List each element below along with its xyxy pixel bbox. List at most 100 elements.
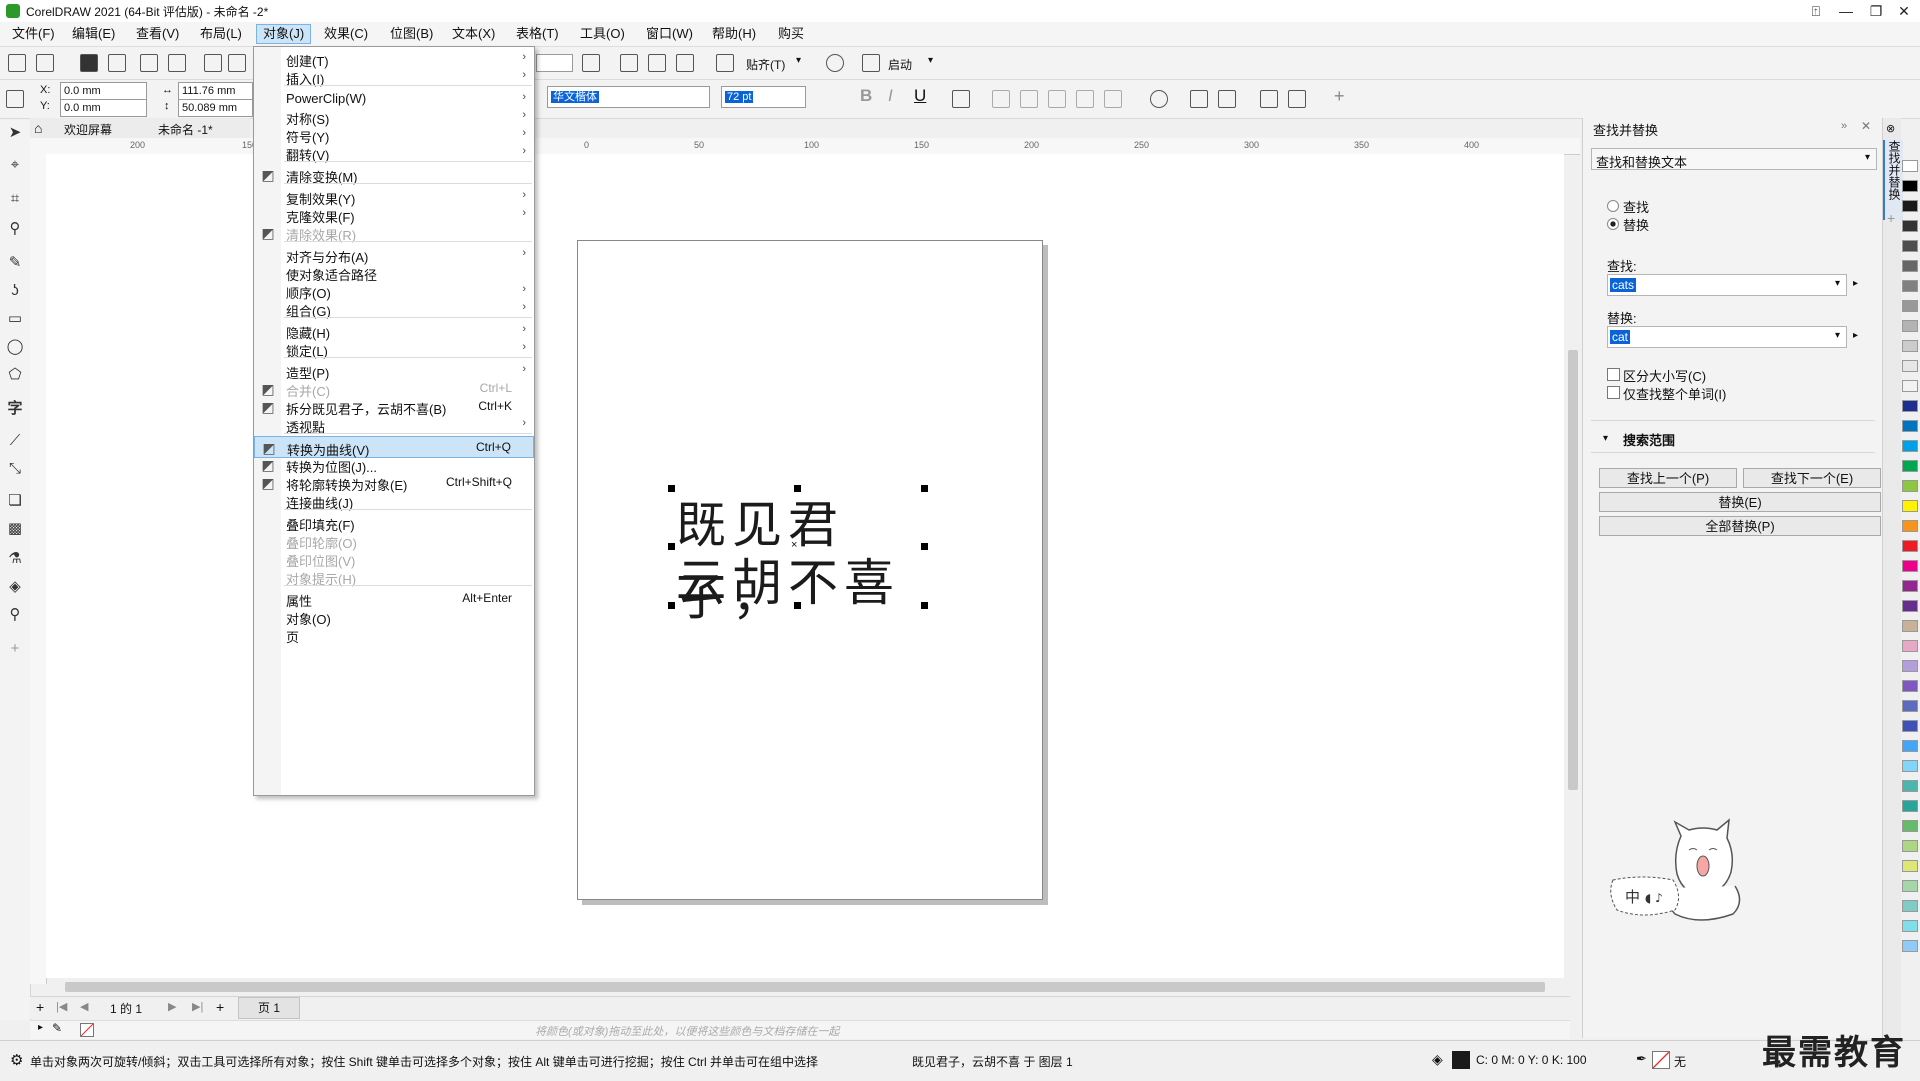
eyedropper-icon[interactable]: ⚗ [6, 550, 24, 568]
menu-edit[interactable]: 编辑(E) [66, 25, 121, 43]
options-gear-icon[interactable] [826, 54, 844, 72]
artistic-media-icon[interactable]: ʖ [6, 282, 24, 300]
color-swatch[interactable] [1902, 920, 1918, 932]
save-icon[interactable] [80, 54, 98, 72]
collapse-docker-icon[interactable]: » [1841, 120, 1847, 132]
last-page-icon[interactable]: ▶| [192, 1000, 203, 1013]
color-swatch[interactable] [1902, 280, 1918, 292]
cloud-download-icon[interactable] [108, 54, 126, 72]
drop-cap-icon[interactable] [1048, 90, 1066, 108]
full-screen-icon[interactable] [582, 54, 600, 72]
menu-object[interactable]: 对象(J) [256, 24, 312, 44]
font-list-dropdown[interactable]: 华文楷体 [547, 86, 710, 108]
collapse-arrow-icon[interactable]: ▾ [1603, 433, 1608, 444]
selection-handle[interactable] [668, 543, 675, 550]
color-swatch[interactable] [1902, 660, 1918, 672]
outline-pen-icon[interactable]: ✒ [1636, 1051, 1647, 1067]
color-swatch[interactable] [1902, 340, 1918, 352]
color-swatch[interactable] [1902, 940, 1918, 952]
color-swatch[interactable] [1902, 360, 1918, 372]
color-swatch[interactable] [1902, 480, 1918, 492]
tab-welcome-screen[interactable]: 欢迎屏幕 [64, 121, 112, 138]
search-scope-header[interactable]: 搜索范围 [1623, 430, 1675, 449]
menu-effects[interactable]: 效果(C) [318, 25, 374, 43]
color-swatch[interactable] [1902, 900, 1918, 912]
add-page-icon[interactable]: + [216, 999, 224, 1015]
find-next-button[interactable]: 查找下一个(E) [1743, 468, 1881, 488]
color-swatch[interactable] [1902, 760, 1918, 772]
freehand-tool-icon[interactable]: ✎ [6, 254, 24, 272]
indent-icon[interactable] [1076, 90, 1094, 108]
first-page-icon[interactable]: |◀ [56, 1000, 67, 1013]
color-swatch[interactable] [1902, 320, 1918, 332]
font-size-dropdown[interactable]: 72 pt [721, 86, 806, 108]
text-tool-icon[interactable]: 字 [6, 400, 24, 418]
find-input[interactable]: cats ▾ [1607, 274, 1847, 296]
selection-handle[interactable] [921, 602, 928, 609]
opentype-icon[interactable] [1150, 90, 1168, 108]
export-icon[interactable] [228, 54, 246, 72]
menu-buy[interactable]: 购买 [772, 25, 810, 43]
replace-button[interactable]: 替换(E) [1599, 492, 1881, 512]
snap-to-dropdown[interactable]: 贴齐(T) [746, 56, 785, 73]
parallel-dimension-icon[interactable]: ⟋ [6, 432, 24, 450]
launch-icon[interactable] [862, 54, 880, 72]
menu-item[interactable]: 页 [254, 624, 534, 646]
interactive-fill-icon[interactable]: ◈ [6, 578, 24, 596]
find-options-icon[interactable]: ▸ [1853, 278, 1858, 289]
home-icon[interactable]: ⌂ [34, 120, 42, 136]
show-rulers-icon[interactable] [620, 54, 638, 72]
show-guidelines-icon[interactable] [676, 54, 694, 72]
menu-text[interactable]: 文本(X) [446, 25, 501, 43]
color-swatch[interactable] [1902, 840, 1918, 852]
bold-icon[interactable]: B [860, 86, 872, 106]
docker-tab-icon[interactable]: ⊗ [1886, 122, 1895, 135]
color-swatch[interactable] [1902, 620, 1918, 632]
drop-shadow-icon[interactable]: ❏ [6, 492, 24, 510]
color-swatch[interactable] [1902, 240, 1918, 252]
vertical-scrollbar[interactable] [1566, 160, 1580, 975]
fill-bucket-icon[interactable]: ◈ [1432, 1051, 1443, 1068]
bullet-list-icon[interactable] [992, 90, 1010, 108]
import-icon[interactable] [204, 54, 222, 72]
horizontal-text-icon[interactable] [1260, 90, 1278, 108]
color-swatch[interactable] [1902, 680, 1918, 692]
color-swatch[interactable] [1902, 860, 1918, 872]
color-swatch[interactable] [1902, 420, 1918, 432]
snap-off-icon[interactable] [716, 54, 734, 72]
find-previous-button[interactable]: 查找上一个(P) [1599, 468, 1737, 488]
scroll-thumb[interactable] [65, 982, 1545, 992]
outdent-icon[interactable] [1104, 90, 1122, 108]
selected-text-object[interactable]: 既见君子， 云胡不喜 × [668, 485, 928, 626]
y-position-input[interactable]: 0.0 mm [60, 99, 147, 117]
eyedropper-icon[interactable]: ✎ [52, 1021, 62, 1035]
vertical-ruler[interactable] [30, 154, 47, 984]
color-swatch[interactable] [1902, 700, 1918, 712]
menu-layout[interactable]: 布局(L) [194, 25, 248, 43]
object-origin-icon[interactable] [6, 90, 24, 108]
color-swatch[interactable] [1902, 520, 1918, 532]
color-swatch[interactable] [1902, 160, 1918, 172]
numbered-list-icon[interactable] [1020, 90, 1038, 108]
color-swatch[interactable] [1902, 600, 1918, 612]
replace-all-button[interactable]: 全部替换(P) [1599, 516, 1881, 536]
cloud-upload-icon[interactable] [140, 54, 158, 72]
color-swatch[interactable] [1902, 400, 1918, 412]
color-swatch[interactable] [1902, 260, 1918, 272]
color-swatch[interactable] [1902, 300, 1918, 312]
fill-color-swatch[interactable] [1452, 1051, 1470, 1069]
rectangle-tool-icon[interactable]: ▭ [6, 310, 24, 328]
no-color-swatch[interactable] [80, 1023, 94, 1037]
color-swatch[interactable] [1902, 220, 1918, 232]
add-docker-icon[interactable]: + [1887, 210, 1895, 226]
close-docker-icon[interactable]: ✕ [1861, 119, 1871, 133]
chevron-down-icon[interactable]: ▾ [928, 55, 933, 66]
zoom-tool-icon[interactable]: ⚲ [6, 220, 24, 238]
height-input[interactable]: 50.089 mm [178, 99, 253, 117]
pick-tool-icon[interactable]: ➤ [6, 124, 24, 142]
selection-handle[interactable] [794, 602, 801, 609]
transparency-icon[interactable]: ▩ [6, 520, 24, 538]
whole-word-checkbox[interactable] [1607, 386, 1620, 399]
x-position-input[interactable]: 0.0 mm [60, 82, 147, 100]
menu-file[interactable]: 文件(F) [6, 25, 61, 43]
